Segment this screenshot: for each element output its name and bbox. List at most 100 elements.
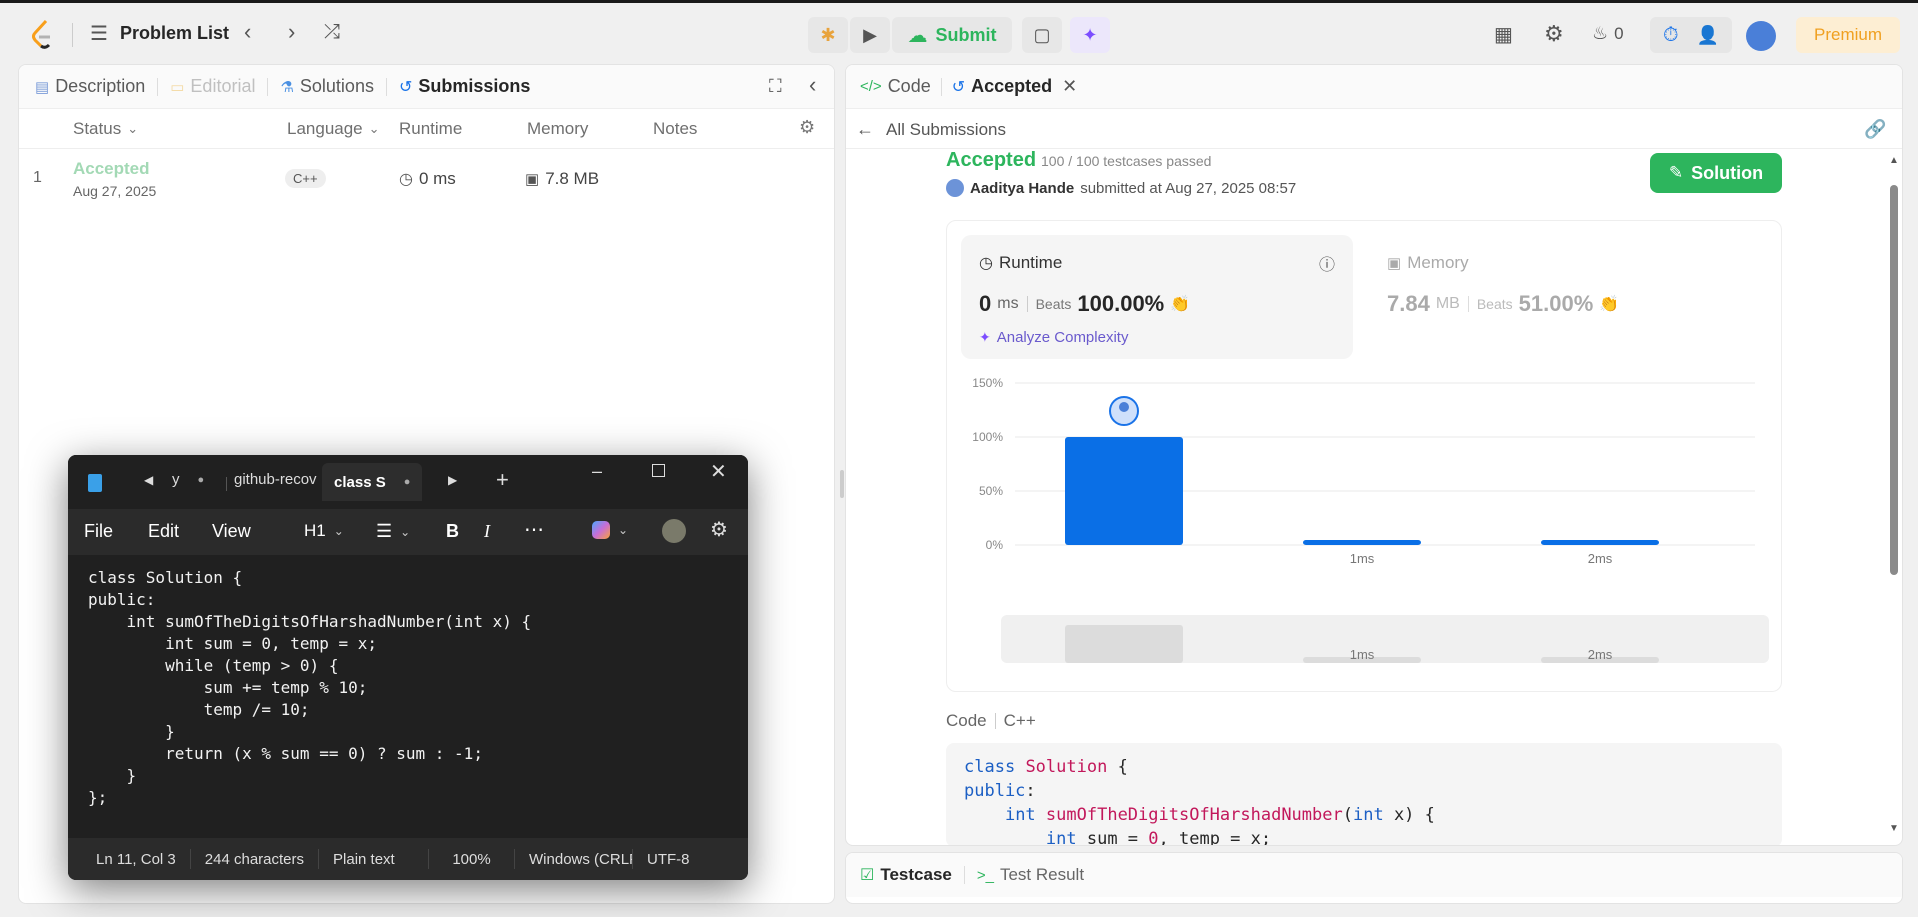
menu-edit[interactable]: Edit <box>148 521 179 542</box>
tab-accepted[interactable]: ↺ Accepted ✕ <box>952 76 1078 97</box>
memory-heading: ▣ Memory <box>1387 253 1469 273</box>
chevron-down-icon: ⌄ <box>400 524 411 539</box>
notepad-tab-1-label: y <box>172 471 180 488</box>
arrow-left-icon: ← <box>856 119 874 139</box>
checkbox-icon: ☑ <box>860 867 875 884</box>
runtime-card[interactable]: ◷ Runtime ⓘ 0 ms Beats 100.00% 👏 ✦ Analy… <box>961 235 1353 359</box>
avatar[interactable] <box>1746 21 1776 51</box>
avatar-head <box>1119 402 1129 412</box>
maximize-icon[interactable] <box>652 464 665 477</box>
tab-divider <box>385 77 387 96</box>
runtime-header: Runtime <box>399 119 463 138</box>
row-status[interactable]: Accepted <box>73 159 150 179</box>
encoding[interactable]: UTF-8 <box>633 849 704 869</box>
bold-icon[interactable]: B <box>446 521 459 542</box>
prev-problem-icon[interactable]: ‹ <box>244 19 251 45</box>
more-icon[interactable]: ⋯ <box>524 517 544 542</box>
tab-test-result-label: Test Result <box>999 865 1085 884</box>
problem-list-button[interactable]: ☰ Problem List <box>90 21 229 46</box>
user-name[interactable]: Aaditya Hande <box>970 180 1074 197</box>
tab-solutions[interactable]: ⚗ Solutions <box>280 76 374 97</box>
info-icon[interactable]: ⓘ <box>1319 251 1335 275</box>
tab-submissions[interactable]: ↺ Submissions <box>399 76 530 97</box>
clap-icon: 👏 <box>1599 296 1620 313</box>
streak-counter[interactable]: ♨ 0 <box>1592 23 1624 44</box>
scroll-up-icon[interactable]: ▲ <box>1889 155 1899 166</box>
solution-label: Solution <box>1691 162 1764 183</box>
leetcode-logo-icon[interactable] <box>30 19 56 49</box>
settings-icon[interactable]: ⚙ <box>799 117 815 138</box>
status-filter[interactable]: Status ⌄ <box>73 119 138 139</box>
tab-testcase[interactable]: ☑ Testcase <box>860 865 952 885</box>
edit-icon: ✎ <box>1668 163 1684 182</box>
scrollbar-thumb[interactable] <box>1890 185 1898 575</box>
tab-scroll-left-icon[interactable]: ◀ <box>144 473 153 487</box>
link-icon[interactable]: 🔗 <box>1864 119 1886 140</box>
notepad-tab-2[interactable]: github-recov <box>234 471 320 489</box>
tab-editorial[interactable]: ▭ Editorial <box>170 76 255 97</box>
profile-avatar[interactable] <box>662 519 686 543</box>
next-problem-icon[interactable]: › <box>288 19 295 45</box>
run-button[interactable]: ▶ <box>850 17 890 53</box>
runtime-unit: ms <box>997 295 1019 312</box>
memory-metrics: 7.84 MB Beats 51.00% 👏 <box>1387 291 1619 317</box>
analyze-complexity[interactable]: ✦ Analyze Complexity <box>979 329 1128 346</box>
tab-description[interactable]: ▤ Description <box>35 76 145 97</box>
scroll-down-icon[interactable]: ▼ <box>1889 823 1899 834</box>
document-icon: ▤ <box>35 78 50 96</box>
close-icon[interactable]: ✕ <box>710 459 727 484</box>
code-section-header: Code C++ <box>946 711 1036 731</box>
memory-card[interactable]: ▣ Memory 7.84 MB Beats 51.00% 👏 <box>1369 235 1761 359</box>
chip-icon: ▣ <box>1387 255 1402 272</box>
language-filter[interactable]: Language ⌄ <box>287 119 380 139</box>
tab-editorial-label: Editorial <box>190 76 256 96</box>
layout-icon[interactable]: ▦ <box>1494 22 1513 47</box>
unsaved-dot-icon: ● <box>197 473 205 486</box>
menu-view[interactable]: View <box>212 521 251 542</box>
status-header: Status <box>73 119 122 138</box>
timer-and-invite: ⏱ 👤 <box>1650 17 1732 53</box>
close-icon[interactable]: ✕ <box>1062 76 1077 97</box>
row-index: 1 <box>33 169 42 186</box>
tab-test-result[interactable]: >_ Test Result <box>977 865 1084 885</box>
submitted-code: class Solution { public: int sumOfTheDig… <box>964 757 1435 846</box>
tab-scroll-right-icon[interactable]: ▶ <box>448 473 457 487</box>
copilot-dropdown[interactable]: ⌄ <box>592 521 628 539</box>
chevron-down-icon: ⌄ <box>127 121 139 136</box>
notepad-text-area[interactable]: class Solution { public: int sumOfTheDig… <box>88 567 531 809</box>
text-format[interactable]: Plain text <box>319 849 430 869</box>
timer-icon[interactable]: ⏱ <box>1663 24 1679 47</box>
solution-button[interactable]: ✎ Solution <box>1650 153 1782 193</box>
gear-icon[interactable]: ⚙ <box>1544 21 1564 47</box>
overview-tick-label: 1ms <box>1350 647 1375 662</box>
premium-button[interactable]: Premium <box>1796 17 1900 53</box>
heading-dropdown[interactable]: H1 ⌄ <box>304 521 344 541</box>
add-user-icon[interactable]: 👤 <box>1697 25 1719 46</box>
debug-button[interactable]: ✱ <box>808 17 848 53</box>
notepad-tab-3-active[interactable]: class S ● <box>322 463 422 501</box>
shuffle-icon[interactable]: ⤮ <box>324 21 340 44</box>
notepad-tab-1[interactable]: y ● <box>172 471 204 488</box>
back-to-submissions[interactable]: ← All Submissions <box>856 119 1006 140</box>
new-tab-icon[interactable]: + <box>496 467 509 493</box>
list-dropdown[interactable]: ☰ ⌄ <box>376 521 410 542</box>
user-avatar[interactable] <box>946 179 964 197</box>
maximize-icon[interactable]: ⛶ <box>769 76 782 97</box>
right-panel: </> Code ↺ Accepted ✕ ← All Submissions … <box>845 64 1903 846</box>
submit-button[interactable]: ☁ Submit <box>892 17 1012 53</box>
collapse-icon[interactable]: ‹ <box>809 72 816 98</box>
panel-resize-handle[interactable] <box>840 470 844 498</box>
scrollbar[interactable]: ▲ ▼ <box>1886 151 1900 841</box>
table-row[interactable]: 1 Accepted Aug 27, 2025 C++ ◷ 0 ms ▣ 7.8… <box>19 149 834 205</box>
settings-icon[interactable]: ⚙ <box>710 517 728 542</box>
menu-file[interactable]: File <box>84 521 113 542</box>
minimize-icon[interactable]: – <box>592 461 602 482</box>
notes-button[interactable]: ▢ <box>1022 17 1062 53</box>
testcases-passed: 100 / 100 testcases passed <box>1041 153 1212 169</box>
line-ending[interactable]: Windows (CRLF) <box>515 849 634 869</box>
zoom-level[interactable]: 100% <box>429 849 516 869</box>
tab-code[interactable]: </> Code <box>860 76 931 97</box>
italic-icon[interactable]: I <box>484 521 490 542</box>
ai-assist-button[interactable]: ✦ <box>1070 17 1110 53</box>
submitted-code-block[interactable]: class Solution { public: int sumOfTheDig… <box>946 743 1782 846</box>
